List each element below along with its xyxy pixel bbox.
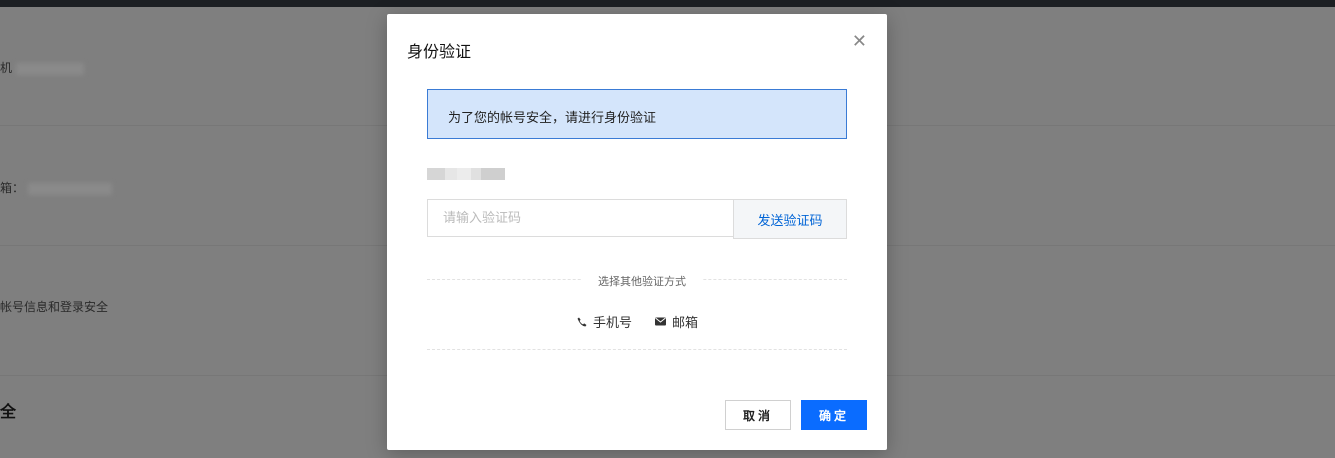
background-section-heading: 全 — [0, 402, 17, 421]
method-email-label: 邮箱 — [672, 316, 699, 331]
background-security-desc: 帐号信息和登录安全 — [0, 300, 109, 314]
close-icon[interactable]: ✕ — [852, 32, 867, 52]
send-code-button[interactable]: 发送验证码 — [733, 199, 847, 239]
method-phone[interactable]: 手机号 — [577, 312, 632, 331]
method-phone-label: 手机号 — [593, 316, 633, 331]
divider-bottom — [427, 349, 847, 350]
modal-title: 身份验证 — [407, 42, 472, 61]
masked-account — [427, 165, 507, 180]
method-email[interactable]: 邮箱 — [655, 312, 698, 331]
phone-icon — [577, 317, 587, 326]
verification-code-input[interactable] — [427, 199, 733, 237]
masked-email — [27, 182, 112, 195]
background-email-label: 箱： — [0, 181, 25, 195]
masked-phone — [15, 62, 84, 75]
security-notice: 为了您的帐号安全，请进行身份验证 — [427, 89, 847, 139]
mail-icon — [655, 317, 666, 326]
background-phone-text: 机 — [0, 59, 84, 76]
security-notice-text: 为了您的帐号安全，请进行身份验证 — [448, 111, 657, 126]
background-phone-label: 机 — [0, 61, 13, 75]
identity-verification-modal: 身份验证 ✕ 为了您的帐号安全，请进行身份验证 发送验证码 选择其他验证方式 手… — [387, 14, 887, 450]
other-methods-label: 选择其他验证方式 — [582, 273, 702, 289]
confirm-button[interactable]: 确定 — [801, 400, 867, 430]
cancel-button[interactable]: 取消 — [725, 400, 791, 430]
background-email-text: 箱： — [0, 179, 112, 196]
